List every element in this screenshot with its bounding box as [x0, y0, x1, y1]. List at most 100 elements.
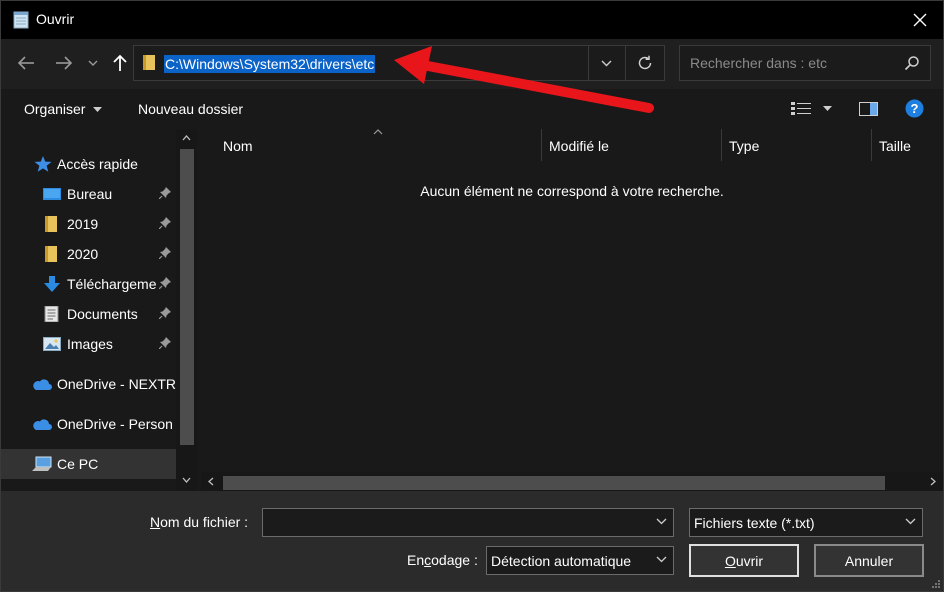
nav-onedrive-personal[interactable]: OneDrive - Person: [1, 409, 176, 439]
nav-onedrive-business[interactable]: OneDrive - NEXTR: [1, 369, 176, 399]
nav-quick-access-label: Accès rapide: [57, 156, 138, 172]
open-dialog: Ouvrir C:\Windows\System32\drivers\etc R…: [0, 0, 944, 592]
new-folder-button[interactable]: Nouveau dossier: [138, 101, 243, 117]
organize-label: Organiser: [24, 101, 86, 117]
forward-button[interactable]: [52, 51, 76, 75]
pin-icon[interactable]: [159, 247, 171, 259]
nav-scrollbar[interactable]: [176, 129, 197, 491]
notepad-icon: [13, 11, 29, 29]
encoding-value: Détection automatique: [491, 553, 632, 569]
nav-item-2019[interactable]: 2019: [1, 209, 176, 239]
open-button[interactable]: Ouvrir: [689, 544, 799, 577]
file-type-select[interactable]: Fichiers texte (*.txt): [689, 508, 923, 537]
arrow-up-icon: [113, 54, 127, 71]
folder-icon: [45, 246, 57, 262]
scroll-right-icon[interactable]: [930, 477, 936, 486]
computer-icon: [32, 456, 52, 471]
nav-item-telechargements[interactable]: Téléchargements: [1, 269, 176, 299]
back-button[interactable]: [14, 51, 38, 75]
column-header-type[interactable]: Type: [721, 129, 871, 161]
empty-message: Aucun élément ne correspond à votre rech…: [420, 183, 724, 199]
nav-item-label: 2019: [67, 216, 99, 232]
chevron-down-icon: [88, 60, 98, 66]
column-name-label: Nom: [223, 138, 253, 154]
view-options-chevron-icon[interactable]: [823, 106, 832, 112]
folder-icon: [143, 55, 155, 70]
nav-item-2020[interactable]: 2020: [1, 239, 176, 269]
desktop-icon: [43, 188, 61, 200]
download-icon: [44, 276, 60, 292]
open-button-accesskey: O: [724, 552, 736, 569]
encoding-label-text: odage :: [431, 552, 478, 568]
nav-item-images[interactable]: Images: [1, 329, 176, 359]
nav-item-label: Documents: [67, 306, 138, 322]
command-bar: Organiser Nouveau dossier ?: [1, 89, 943, 129]
help-icon[interactable]: ?: [905, 99, 924, 118]
navigation-pane: Accès rapide Bureau 2019 2020 Télécharge…: [1, 129, 197, 491]
filename-label-text: om du fichier :: [160, 514, 249, 530]
dialog-footer: Nom du fichier : Fichiers texte (*.txt) …: [1, 491, 943, 591]
pin-icon[interactable]: [159, 307, 171, 319]
documents-icon: [44, 306, 59, 322]
pin-icon[interactable]: [159, 337, 171, 349]
scroll-up-icon[interactable]: [182, 135, 191, 141]
search-icon[interactable]: [904, 55, 920, 71]
file-list-scrollbar[interactable]: [201, 472, 943, 491]
encoding-label: Encodage :: [407, 552, 478, 568]
address-row: C:\Windows\System32\drivers\etc Recherch…: [1, 39, 943, 89]
pin-icon[interactable]: [159, 217, 171, 229]
sort-ascending-icon: [373, 129, 383, 135]
nav-item-documents[interactable]: Documents: [1, 299, 176, 329]
nav-item-bureau[interactable]: Bureau: [1, 179, 176, 209]
nav-item-label: Bureau: [67, 186, 113, 202]
scroll-down-icon[interactable]: [182, 477, 191, 483]
pin-icon[interactable]: [159, 277, 171, 289]
close-icon: [913, 13, 927, 27]
onedrive-icon: [33, 379, 52, 390]
nav-quick-access[interactable]: Accès rapide: [1, 149, 176, 179]
resize-grip-icon[interactable]: [931, 579, 941, 589]
refresh-button[interactable]: [625, 46, 664, 80]
column-size-label: Taille: [879, 138, 911, 154]
column-type-label: Type: [729, 138, 760, 154]
view-details-icon[interactable]: [791, 102, 811, 116]
up-button[interactable]: [108, 51, 132, 75]
open-button-label: Ouvrir: [725, 553, 763, 569]
chevron-down-icon[interactable]: [656, 518, 667, 525]
arrow-left-icon: [17, 56, 34, 70]
preview-pane-icon[interactable]: [859, 102, 878, 116]
column-modified-label: Modifié le: [549, 138, 609, 154]
close-button[interactable]: [897, 1, 943, 39]
search-box[interactable]: Rechercher dans : etc: [679, 45, 931, 81]
address-path[interactable]: C:\Windows\System32\drivers\etc: [164, 55, 376, 73]
filename-input[interactable]: [262, 508, 674, 537]
window-title: Ouvrir: [36, 11, 75, 27]
refresh-icon: [638, 55, 652, 70]
address-dropdown-button[interactable]: [588, 46, 624, 80]
address-bar[interactable]: C:\Windows\System32\drivers\etc: [133, 45, 665, 81]
nav-this-pc-label: Ce PC: [57, 456, 99, 472]
nav-item-label: Téléchargements: [67, 276, 157, 292]
arrow-right-icon: [56, 56, 73, 70]
chevron-down-icon: [905, 518, 916, 525]
chevron-down-icon: [601, 60, 612, 66]
cancel-button[interactable]: Annuler: [814, 544, 924, 577]
nav-item-label: 2020: [67, 246, 99, 262]
scroll-left-icon[interactable]: [208, 477, 214, 486]
nav-scrollbar-thumb[interactable]: [180, 149, 194, 445]
svg-text:?: ?: [911, 101, 919, 116]
chevron-down-icon: [93, 107, 103, 113]
column-header-modified[interactable]: Modifié le: [541, 129, 721, 161]
pin-icon[interactable]: [159, 187, 171, 199]
filename-label-accesskey: N: [150, 514, 161, 530]
organize-menu[interactable]: Organiser: [24, 101, 103, 117]
recent-locations-button[interactable]: [83, 51, 103, 75]
onedrive-icon: [33, 419, 52, 430]
file-list-scrollbar-thumb[interactable]: [223, 476, 885, 490]
nav-item-label: Images: [67, 336, 113, 352]
file-list: Nom Modifié le Type Taille Aucun élément…: [201, 129, 943, 491]
encoding-select[interactable]: Détection automatique: [486, 546, 674, 575]
nav-this-pc[interactable]: Ce PC: [1, 449, 176, 479]
column-header-size[interactable]: Taille: [871, 129, 943, 161]
chevron-down-icon: [656, 556, 667, 563]
